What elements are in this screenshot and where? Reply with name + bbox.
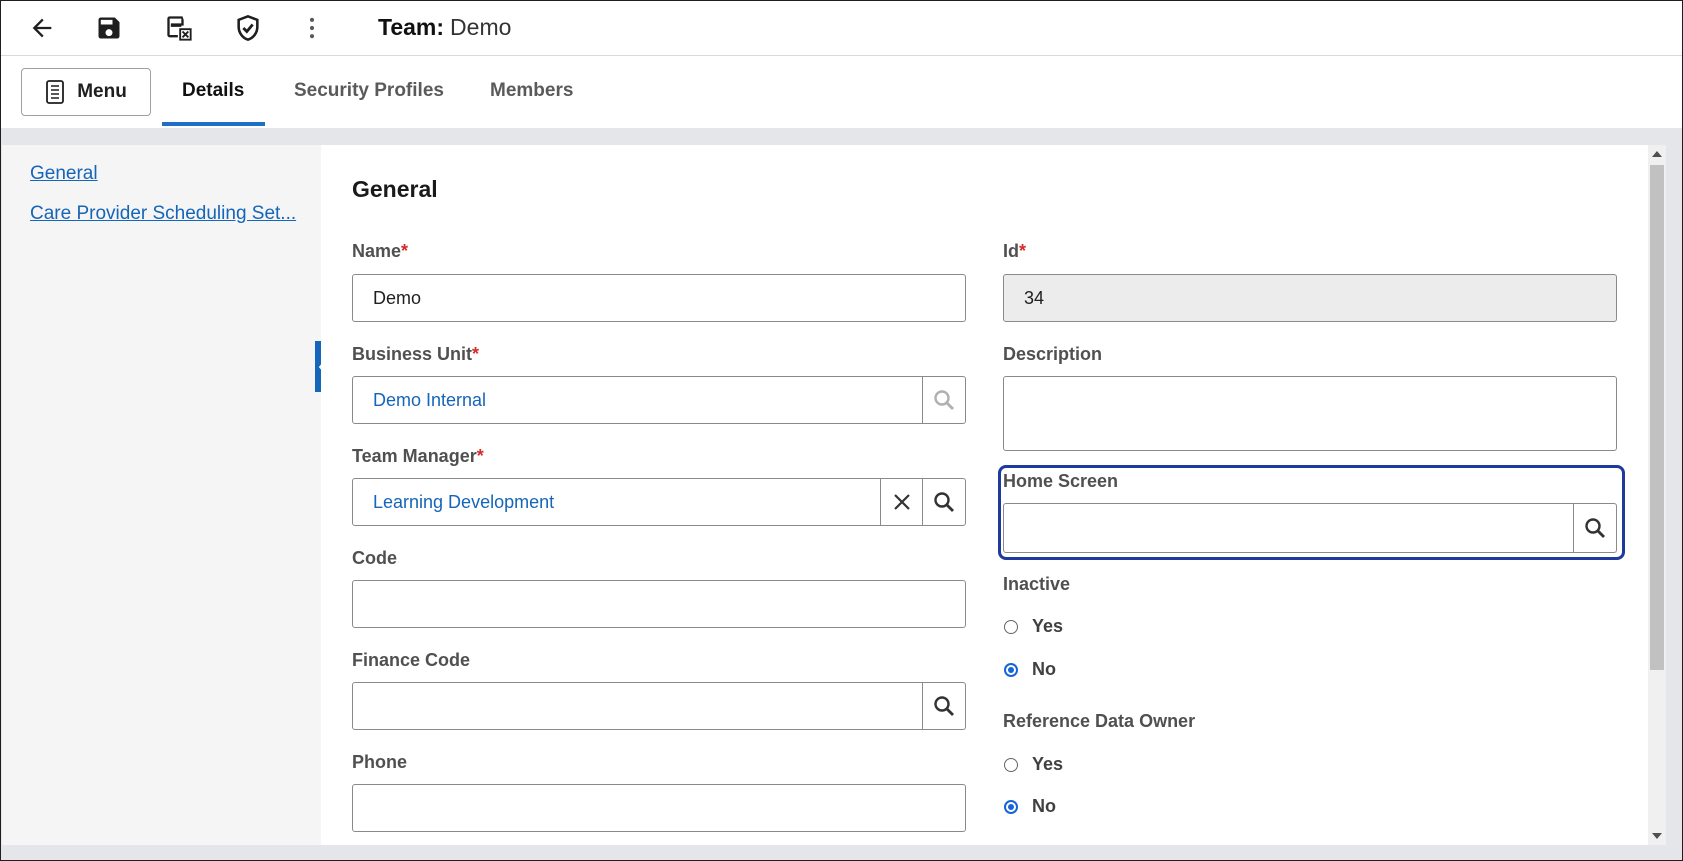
page-title-label: Team:: [378, 14, 445, 40]
required-mark: *: [472, 344, 480, 364]
description-label: Description: [1003, 344, 1103, 364]
team-manager-label: Team Manager*: [352, 446, 484, 467]
team-manager-search-button[interactable]: [922, 479, 965, 525]
document-list-icon: [46, 80, 65, 104]
reference-data-owner-yes-radio[interactable]: [1004, 757, 1018, 772]
search-icon: [934, 492, 954, 512]
save-icon: [98, 17, 120, 39]
code-label: Code: [352, 548, 397, 568]
id-label: Id*: [1003, 241, 1026, 262]
phone-label: Phone: [352, 752, 408, 772]
menu-button[interactable]: Menu: [21, 68, 151, 116]
save-and-close-icon: [167, 16, 192, 41]
reference-data-owner-no-option[interactable]: No: [1004, 796, 1056, 817]
description-textarea[interactable]: [1003, 376, 1617, 451]
inactive-no-label: No: [1032, 659, 1056, 679]
business-unit-value[interactable]: Demo Internal: [373, 390, 486, 411]
team-manager-value[interactable]: Learning Development: [373, 492, 554, 513]
active-tab-indicator: [162, 122, 265, 126]
search-icon: [934, 696, 954, 716]
tab-bar: Menu Details Security Profiles Members: [0, 56, 1683, 128]
finance-code-label: Finance Code: [352, 650, 471, 670]
business-unit-label: Business Unit*: [352, 344, 479, 365]
required-mark: *: [476, 446, 484, 466]
back-arrow-icon: [32, 18, 52, 38]
scroll-down-arrow-icon[interactable]: [1652, 833, 1662, 839]
inactive-yes-option[interactable]: Yes: [1004, 616, 1063, 637]
shield-check-icon: [237, 14, 259, 42]
business-unit-lookup[interactable]: Demo Internal: [352, 376, 966, 424]
reference-data-owner-no-label: No: [1032, 796, 1056, 816]
more-vertical-icon: [309, 17, 315, 39]
home-screen-search-button[interactable]: [1573, 504, 1616, 552]
name-input[interactable]: Demo: [352, 274, 966, 322]
inactive-no-radio[interactable]: [1004, 662, 1018, 677]
team-manager-label-text: Team Manager: [352, 446, 477, 466]
name-label: Name*: [352, 241, 408, 262]
inactive-no-option[interactable]: No: [1004, 659, 1056, 680]
tab-members[interactable]: Members: [490, 80, 573, 102]
business-unit-label-text: Business Unit: [352, 344, 473, 364]
save-button[interactable]: [91, 10, 127, 46]
reference-data-owner-label: Reference Data Owner: [1003, 711, 1196, 731]
home-screen-label: Home Screen: [1003, 471, 1119, 491]
required-mark: *: [1019, 241, 1027, 261]
inactive-yes-label: Yes: [1032, 616, 1064, 636]
nav-link-general[interactable]: General: [30, 163, 98, 185]
id-label-text: Id: [1003, 241, 1019, 261]
reference-data-owner-yes-option[interactable]: Yes: [1004, 754, 1063, 775]
tab-details[interactable]: Details: [182, 80, 244, 102]
save-and-close-button[interactable]: [161, 10, 197, 46]
business-unit-search-button[interactable]: [922, 377, 965, 423]
command-bar: Team: Demo: [0, 0, 1683, 56]
section-nav: [2, 145, 321, 845]
inactive-yes-radio[interactable]: [1004, 619, 1018, 634]
name-label-text: Name: [352, 241, 402, 261]
reference-data-owner-no-radio[interactable]: [1004, 799, 1018, 814]
finance-code-search-button[interactable]: [922, 683, 965, 729]
phone-input[interactable]: [352, 784, 966, 832]
assign-security-button[interactable]: [230, 10, 266, 46]
nav-link-care-provider-scheduling[interactable]: Care Provider Scheduling Set...: [30, 203, 296, 225]
team-manager-clear-button[interactable]: [880, 479, 923, 525]
back-button[interactable]: [24, 10, 60, 46]
tab-security-profiles[interactable]: Security Profiles: [294, 80, 444, 102]
home-screen-lookup[interactable]: [1003, 503, 1617, 553]
reference-data-owner-yes-label: Yes: [1032, 754, 1064, 774]
search-icon: [934, 390, 954, 410]
page-title-value: Demo: [450, 14, 512, 40]
close-icon: [894, 494, 910, 510]
id-input: 34: [1003, 274, 1617, 322]
scrollbar-thumb[interactable]: [1650, 165, 1664, 670]
search-icon: [1585, 518, 1605, 538]
scroll-up-arrow-icon[interactable]: [1652, 151, 1662, 157]
inactive-label: Inactive: [1003, 574, 1071, 594]
more-options-button[interactable]: [294, 10, 330, 46]
finance-code-lookup[interactable]: [352, 682, 966, 730]
code-input[interactable]: [352, 580, 966, 628]
menu-button-label: Menu: [77, 81, 127, 102]
section-title: General: [352, 176, 438, 202]
vertical-scrollbar[interactable]: [1648, 145, 1666, 845]
required-mark: *: [401, 241, 409, 261]
team-manager-lookup[interactable]: Learning Development: [352, 478, 966, 526]
page-title: Team: Demo: [378, 14, 511, 41]
